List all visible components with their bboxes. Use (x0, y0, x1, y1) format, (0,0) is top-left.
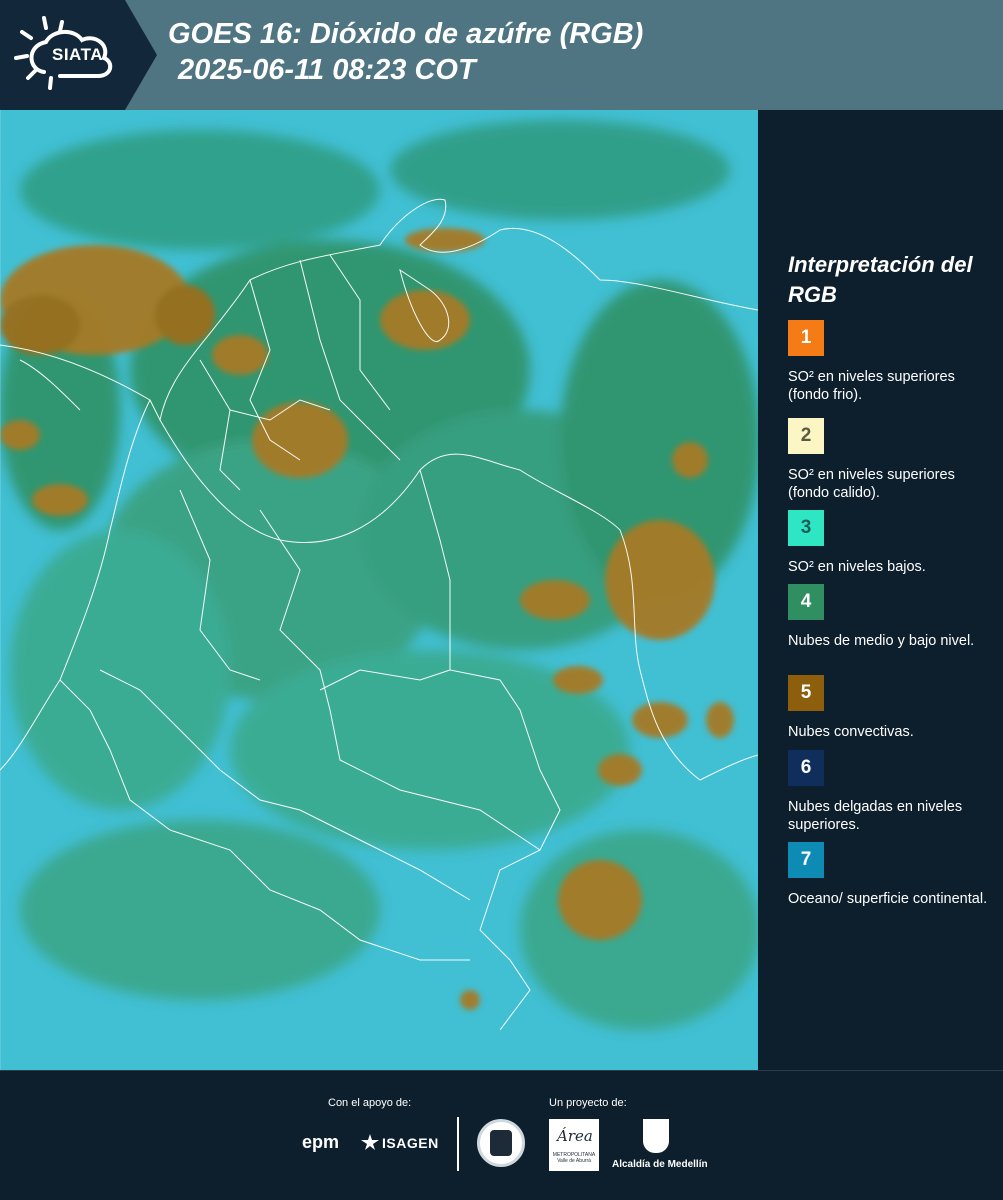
seal-emblem-icon (490, 1130, 512, 1156)
title-line-2: 2025-06-11 08:23 COT (178, 54, 476, 86)
legend-swatch: 3 (788, 510, 824, 546)
legend-item-3: 3 SO² en niveles bajos. (788, 510, 998, 576)
legend-label: SO² en niveles superiores (fondo calido)… (788, 467, 955, 501)
legend-swatch: 1 (788, 320, 824, 356)
legend-item-4: 4 Nubes de medio y bajo nivel. (788, 584, 998, 650)
legend-label: SO² en niveles superiores (fondo frio). (788, 369, 955, 403)
area-logo-text: Área (557, 1127, 593, 1145)
isagen-star-icon (361, 1134, 379, 1150)
satellite-map (0, 110, 758, 1070)
header-bar: SIATA GOES 16: Dióxido de azúfre (RGB) 2… (0, 0, 1003, 110)
legend-item-5: 5 Nubes convectivas. (788, 675, 998, 741)
alcaldia-label: Alcaldía de Medellín (612, 1159, 708, 1170)
isagen-logo: ISAGEN (382, 1135, 439, 1151)
epm-logo: epm (302, 1132, 340, 1152)
legend-swatch: 7 (788, 842, 824, 878)
legend-label: Nubes de medio y bajo nivel. (788, 633, 975, 649)
alcaldia-shield-icon (643, 1119, 669, 1153)
project-label: Un proyecto de: (549, 1097, 627, 1109)
support-label: Con el apoyo de: (328, 1097, 412, 1109)
area-logo-subtext: METROPOLITANA Valle de Aburrá (552, 1152, 596, 1164)
legend-label: Nubes delgadas en niveles superiores. (788, 799, 963, 833)
legend-swatch: 5 (788, 675, 824, 711)
legend-item-7: 7 Oceano/ superficie continental. (788, 842, 998, 908)
legend-label: Nubes convectivas. (788, 724, 914, 740)
legend-item-6: 6 Nubes delgadas en niveles superiores. (788, 750, 998, 834)
title-line-1: GOES 16: Dióxido de azúfre (RGB) (168, 18, 644, 50)
legend-label: SO² en niveles bajos. (788, 559, 926, 575)
legend-title: Interpretación del RGB (788, 252, 973, 307)
medellin-seal-icon (477, 1119, 525, 1167)
area-metropolitana-logo: Área METROPOLITANA Valle de Aburrá (549, 1119, 599, 1171)
legend-swatch: 6 (788, 750, 824, 786)
legend-swatch: 2 (788, 418, 824, 454)
legend-swatch: 4 (788, 584, 824, 620)
footer: Con el apoyo de: Un proyecto de: epm ISA… (0, 1070, 1003, 1200)
legend-label: Oceano/ superficie continental. (788, 891, 988, 907)
logo-text: SIATA (52, 45, 103, 64)
legend-item-2: 2 SO² en niveles superiores (fondo calid… (788, 418, 998, 502)
logo-panel: SIATA (0, 0, 160, 110)
legend-panel: Interpretación del RGB 1 SO² en niveles … (758, 110, 1003, 1070)
page-title: GOES 16: Dióxido de azúfre (RGB) 2025-06… (168, 16, 643, 88)
footer-divider (457, 1117, 459, 1171)
legend-item-1: 1 SO² en niveles superiores (fondo frio)… (788, 320, 998, 404)
satellite-image (0, 110, 758, 1070)
